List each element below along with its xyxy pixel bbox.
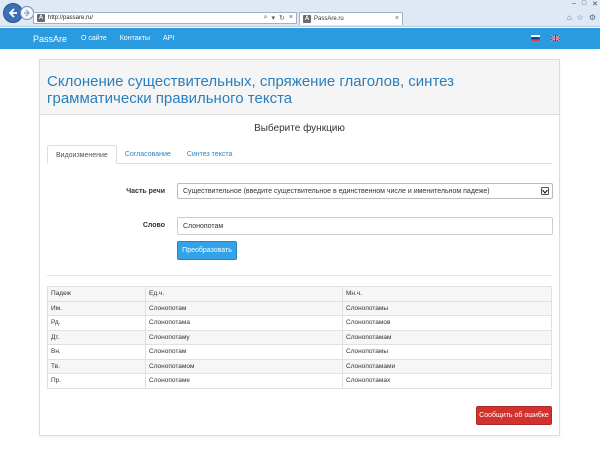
header-case: Падеж xyxy=(47,286,146,302)
chevron-down-icon xyxy=(541,187,549,195)
header-singular: Ед.ч. xyxy=(145,286,343,302)
table-row: Пр. Слонопотаме Слонопотамах xyxy=(47,373,552,389)
case-cell: Вн. xyxy=(47,344,146,360)
case-cell: Им. xyxy=(47,300,146,316)
panel-header: Склонение существительных, спряжение гла… xyxy=(40,60,559,115)
tab-agreement[interactable]: Согласование xyxy=(117,145,179,164)
address-bar[interactable]: A http://passare.ru/ ⌕ ▾ ↻ × xyxy=(33,12,297,24)
site-favicon: A xyxy=(37,14,45,22)
tab-favicon: A xyxy=(303,15,311,23)
nav-link-contacts[interactable]: Контакты xyxy=(120,35,150,42)
browser-tab[interactable]: A PassAre.ru × xyxy=(299,12,403,25)
brand-link[interactable]: PassAre xyxy=(33,34,67,44)
plural-cell: Слонопотамах xyxy=(342,373,552,389)
page-title: Склонение существительных, спряжение гла… xyxy=(47,73,455,107)
singular-cell: Слонопотаму xyxy=(145,329,343,345)
browser-chrome: A http://passare.ru/ ⌕ ▾ ↻ × A PassAre.r… xyxy=(0,0,600,27)
table-row: Рд. Слонопотама Слонопотамов xyxy=(47,315,552,331)
convert-button[interactable]: Преобразовать xyxy=(177,241,237,260)
browser-toolbar-icons: ⌂ ☆ ⚙ xyxy=(567,13,596,22)
table-row: Вн. Слонопотам Слонопотамы xyxy=(47,344,552,360)
forward-button[interactable] xyxy=(20,6,34,20)
part-of-speech-select[interactable]: Существительное (введите существительное… xyxy=(177,183,553,199)
forward-arrow-icon xyxy=(24,9,30,17)
tab-inflection[interactable]: Видоизменение xyxy=(47,145,117,164)
case-cell: Тв. xyxy=(47,358,146,374)
part-of-speech-value: Существительное (введите существительное… xyxy=(183,187,490,195)
star-icon[interactable]: ☆ xyxy=(577,13,584,22)
home-icon[interactable]: ⌂ xyxy=(567,13,572,22)
table-row: Дт. Слонопотаму Слонопотамам xyxy=(47,329,552,345)
settings-gear-icon[interactable]: ⚙ xyxy=(589,13,596,22)
language-switcher xyxy=(531,35,560,41)
table-row: Им. Слонопотам Слонопотамы xyxy=(47,300,552,316)
back-arrow-icon xyxy=(8,8,17,18)
singular-cell: Слонопотам xyxy=(145,344,343,360)
tab-close-icon[interactable]: × xyxy=(395,15,399,22)
site-navbar: PassAre О сайте Контакты API xyxy=(0,28,600,49)
singular-cell: Слонопотама xyxy=(145,315,343,331)
dropdown-icon[interactable]: ▾ xyxy=(272,14,276,22)
window-close-icon[interactable]: ✕ xyxy=(592,0,598,8)
tab-text-synthesis[interactable]: Синтез текста xyxy=(179,145,241,164)
word-input-value: Слонопотам xyxy=(183,222,224,230)
plural-cell: Слонопотамов xyxy=(342,315,552,331)
plural-cell: Слонопотамы xyxy=(342,344,552,360)
singular-cell: Слонопотаме xyxy=(145,373,343,389)
case-cell: Пр. xyxy=(47,373,146,389)
declension-table: Падеж Ед.ч. Мн.ч. Им. Слонопотам Слонопо… xyxy=(47,286,552,389)
table-row: Тв. Слонопотамом Слонопотамами xyxy=(47,358,552,374)
word-input[interactable]: Слонопотам xyxy=(177,217,553,235)
window-controls: – □ ✕ xyxy=(572,0,598,8)
tab-title: PassAre.ru xyxy=(314,16,344,22)
nav-link-about[interactable]: О сайте xyxy=(81,35,107,42)
search-icon[interactable]: ⌕ xyxy=(264,14,268,22)
table-header-row: Падеж Ед.ч. Мн.ч. xyxy=(47,286,552,302)
function-title: Выберите функцию xyxy=(254,123,345,134)
main-panel: Склонение существительных, спряжение гла… xyxy=(39,59,560,436)
refresh-icon[interactable]: ↻ xyxy=(279,14,285,22)
report-error-button[interactable]: Сообщить об ошибке xyxy=(476,406,552,425)
nav-link-api[interactable]: API xyxy=(163,35,174,42)
singular-cell: Слонопотамом xyxy=(145,358,343,374)
function-tabs: Видоизменение Согласование Синтез текста xyxy=(47,145,552,164)
plural-cell: Слонопотамы xyxy=(342,300,552,316)
plural-cell: Слонопотамам xyxy=(342,329,552,345)
russian-flag-icon[interactable] xyxy=(531,35,540,41)
singular-cell: Слонопотам xyxy=(145,300,343,316)
close-icon[interactable]: × xyxy=(289,14,293,22)
address-text: http://passare.ru/ xyxy=(48,15,94,21)
plural-cell: Слонопотамами xyxy=(342,358,552,374)
case-cell: Рд. xyxy=(47,315,146,331)
case-cell: Дт. xyxy=(47,329,146,345)
maximize-icon[interactable]: □ xyxy=(582,0,586,8)
word-label: Слово xyxy=(142,222,165,229)
divider xyxy=(47,275,552,276)
minimize-icon[interactable]: – xyxy=(572,0,576,8)
uk-flag-icon[interactable] xyxy=(551,35,560,41)
part-of-speech-label: Часть речи xyxy=(126,188,165,195)
header-plural: Мн.ч. xyxy=(342,286,552,302)
